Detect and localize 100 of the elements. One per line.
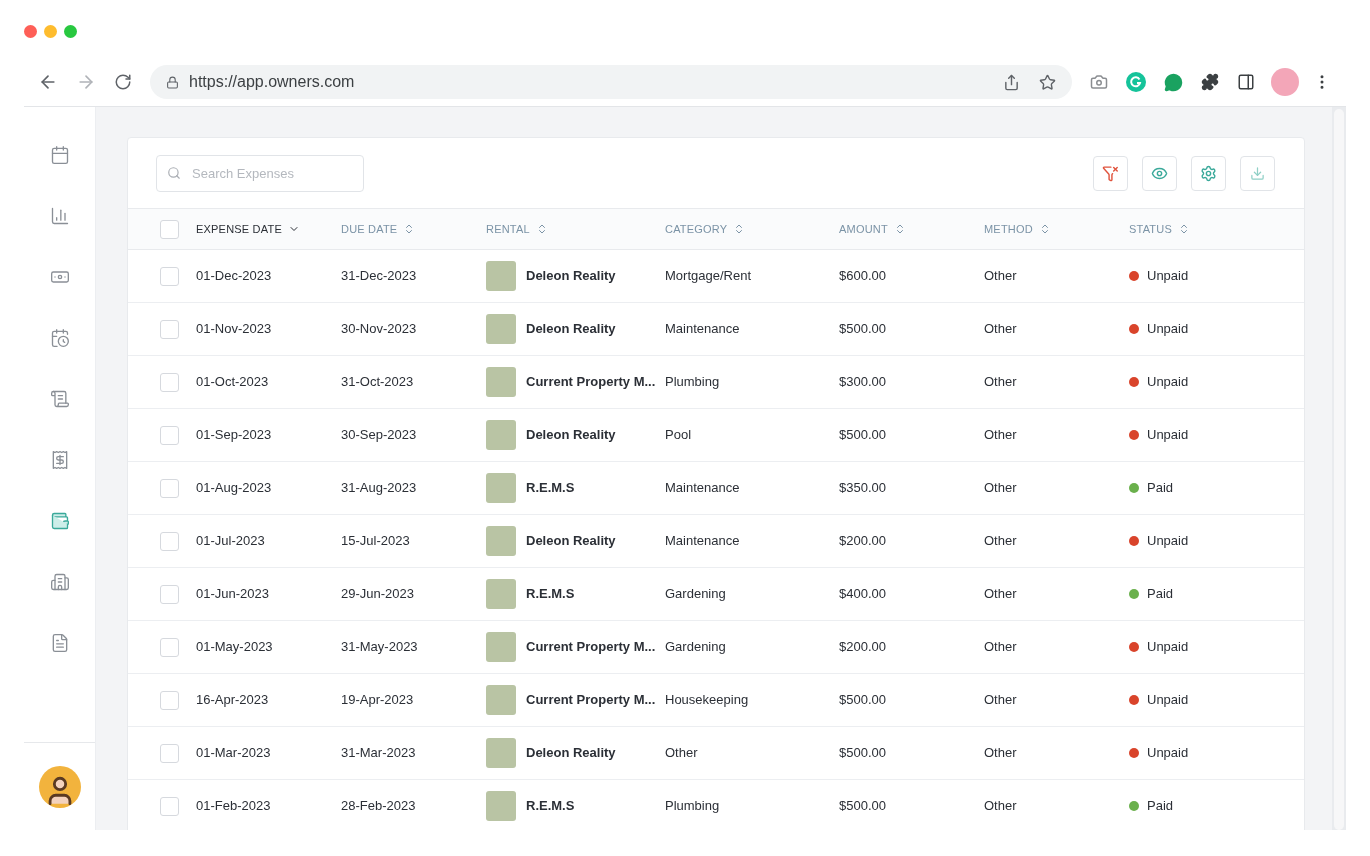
expense-date-text: 01-Sep-2023 bbox=[196, 427, 272, 443]
photo-placeholder bbox=[486, 526, 516, 556]
maximize-window-icon[interactable] bbox=[64, 24, 77, 38]
table-row[interactable]: 01-Feb-2023 28-Feb-2023 R.E.M.S Plumbing $500.00 Other Paid bbox=[128, 780, 1304, 830]
method-text: Other bbox=[984, 692, 1017, 708]
table-row[interactable]: 16-Apr-2023 19-Apr-2023 Current Property M... Housekeeping $500.00 Other Unpaid bbox=[128, 674, 1304, 727]
table-row[interactable]: 01-Oct-2023 31-Oct-2023 Current Property M... Plumbing $300.00 Other Unpaid bbox=[128, 356, 1304, 409]
photo-placeholder bbox=[486, 367, 516, 397]
calendar-clock-icon[interactable] bbox=[49, 328, 70, 348]
scroll-icon[interactable] bbox=[49, 389, 70, 409]
row-checkbox[interactable] bbox=[160, 319, 179, 339]
amount-text: $350.00 bbox=[839, 480, 886, 496]
table-row[interactable]: 01-Dec-2023 31-Dec-2023 Deleon Reality Mortgage/Rent $600.00 Other Unpaid bbox=[128, 250, 1304, 303]
due-date-text: 19-Apr-2023 bbox=[341, 692, 414, 708]
due-date-text: 29-Jun-2023 bbox=[341, 586, 414, 602]
status-text: Unpaid bbox=[1147, 532, 1189, 551]
rental-name[interactable]: R.E.M.S bbox=[526, 796, 575, 816]
rental-name[interactable]: Deleon Reality bbox=[526, 319, 616, 339]
speech-bubble-icon[interactable] bbox=[1164, 72, 1183, 92]
camera-icon[interactable] bbox=[1090, 73, 1108, 91]
category-text: Maintenance bbox=[665, 480, 740, 496]
method-text: Other bbox=[984, 745, 1017, 761]
rental-name[interactable]: Current Property M... bbox=[526, 690, 656, 710]
download-button[interactable] bbox=[1240, 155, 1275, 191]
chart-icon[interactable] bbox=[49, 206, 70, 226]
extension-circle-icon[interactable] bbox=[1126, 72, 1146, 92]
status-text: Unpaid bbox=[1147, 638, 1189, 657]
search-field[interactable]: Search Expenses bbox=[156, 154, 364, 192]
amount-text: $500.00 bbox=[839, 321, 886, 337]
view-button[interactable] bbox=[1142, 155, 1177, 191]
status-text: Paid bbox=[1147, 585, 1174, 604]
amount-text: $600.00 bbox=[839, 268, 886, 284]
expense-date-text: 01-Nov-2023 bbox=[196, 321, 272, 337]
expense-date-text: 01-May-2023 bbox=[196, 639, 273, 655]
extensions-icon[interactable] bbox=[1201, 73, 1219, 91]
row-checkbox[interactable] bbox=[160, 531, 179, 551]
row-checkbox[interactable] bbox=[160, 637, 179, 657]
address-bar[interactable]: https://app.owners.com bbox=[150, 65, 1072, 99]
row-checkbox[interactable] bbox=[160, 584, 179, 604]
expense-date-text: 01-Aug-2023 bbox=[196, 480, 272, 496]
share-icon[interactable] bbox=[1003, 73, 1020, 91]
due-date-text: 15-Jul-2023 bbox=[341, 533, 410, 549]
filter-clear-icon bbox=[1102, 164, 1119, 182]
amount-text: $400.00 bbox=[839, 586, 886, 602]
row-checkbox[interactable] bbox=[160, 478, 179, 498]
method-text: Other bbox=[984, 480, 1017, 496]
status-text: Paid bbox=[1147, 797, 1174, 816]
expense-date-text: 01-Oct-2023 bbox=[196, 374, 269, 390]
method-text: Other bbox=[984, 586, 1017, 602]
table-row[interactable]: 01-Nov-2023 30-Nov-2023 Deleon Reality Maintenance $500.00 Other Unpaid bbox=[128, 303, 1304, 356]
rental-name[interactable]: Deleon Reality bbox=[526, 266, 616, 286]
side-panel-icon[interactable] bbox=[1237, 73, 1255, 91]
user-avatar[interactable] bbox=[38, 765, 81, 808]
method-text: Other bbox=[984, 798, 1017, 814]
amount-text: $200.00 bbox=[839, 533, 886, 549]
table-row[interactable]: 01-Mar-2023 31-Mar-2023 Deleon Reality Other $500.00 Other Unpaid bbox=[128, 727, 1304, 780]
method-text: Other bbox=[984, 427, 1017, 443]
row-checkbox[interactable] bbox=[160, 372, 179, 392]
row-checkbox[interactable] bbox=[160, 690, 179, 710]
rental-name[interactable]: R.E.M.S bbox=[526, 478, 575, 498]
lock-icon bbox=[166, 75, 179, 89]
wallet-icon[interactable] bbox=[49, 511, 70, 531]
bookmark-star-icon[interactable] bbox=[1039, 73, 1056, 91]
amount-text: $500.00 bbox=[839, 798, 886, 814]
column-header[interactable]: EXPENSE DATE bbox=[196, 220, 282, 238]
due-date-text: 28-Feb-2023 bbox=[341, 798, 416, 814]
expense-date-text: 01-Jun-2023 bbox=[196, 586, 269, 602]
rental-name[interactable]: Deleon Reality bbox=[526, 425, 616, 445]
rental-name[interactable]: Deleon Reality bbox=[526, 531, 616, 551]
rental-name[interactable]: Current Property M... bbox=[526, 372, 656, 392]
clear-filter-button[interactable] bbox=[1093, 155, 1128, 191]
category-text: Maintenance bbox=[665, 321, 740, 337]
table-row[interactable]: 01-May-2023 31-May-2023 Current Property M... Gardening $200.00 Other Unpaid bbox=[128, 621, 1304, 674]
reload-icon[interactable] bbox=[114, 73, 132, 91]
row-checkbox[interactable] bbox=[160, 266, 179, 286]
rental-name[interactable]: R.E.M.S bbox=[526, 584, 575, 604]
row-checkbox[interactable] bbox=[160, 743, 179, 763]
profile-avatar[interactable] bbox=[1271, 68, 1299, 96]
calendar-icon[interactable] bbox=[49, 145, 70, 165]
settings-icon bbox=[1200, 164, 1217, 182]
status-text: Unpaid bbox=[1147, 320, 1189, 339]
status-text: Unpaid bbox=[1147, 267, 1189, 286]
settings-button[interactable] bbox=[1191, 155, 1226, 191]
row-checkbox[interactable] bbox=[160, 219, 179, 239]
expense-date-text: 01-Feb-2023 bbox=[196, 798, 271, 814]
category-text: Maintenance bbox=[665, 533, 740, 549]
table-row[interactable]: 01-Sep-2023 30-Sep-2023 Deleon Reality Pool $500.00 Other Unpaid bbox=[128, 409, 1304, 462]
scrollbar[interactable] bbox=[1332, 107, 1346, 830]
table-row[interactable]: 01-Jul-2023 15-Jul-2023 Deleon Reality Maintenance $200.00 Other Unpaid bbox=[128, 515, 1304, 568]
close-window-icon[interactable] bbox=[24, 24, 37, 38]
row-checkbox[interactable] bbox=[160, 796, 179, 816]
rental-name[interactable]: Current Property M... bbox=[526, 637, 656, 657]
minimize-window-icon[interactable] bbox=[44, 24, 57, 38]
category-text: Mortgage/Rent bbox=[665, 268, 751, 284]
search-icon bbox=[167, 165, 181, 180]
table-row[interactable]: 01-Aug-2023 31-Aug-2023 R.E.M.S Maintenance $350.00 Other Paid bbox=[128, 462, 1304, 515]
building-icon[interactable] bbox=[49, 572, 70, 592]
table-row[interactable]: 01-Jun-2023 29-Jun-2023 R.E.M.S Gardening $400.00 Other Paid bbox=[128, 568, 1304, 621]
rental-name[interactable]: Deleon Reality bbox=[526, 743, 616, 763]
row-checkbox[interactable] bbox=[160, 425, 179, 445]
